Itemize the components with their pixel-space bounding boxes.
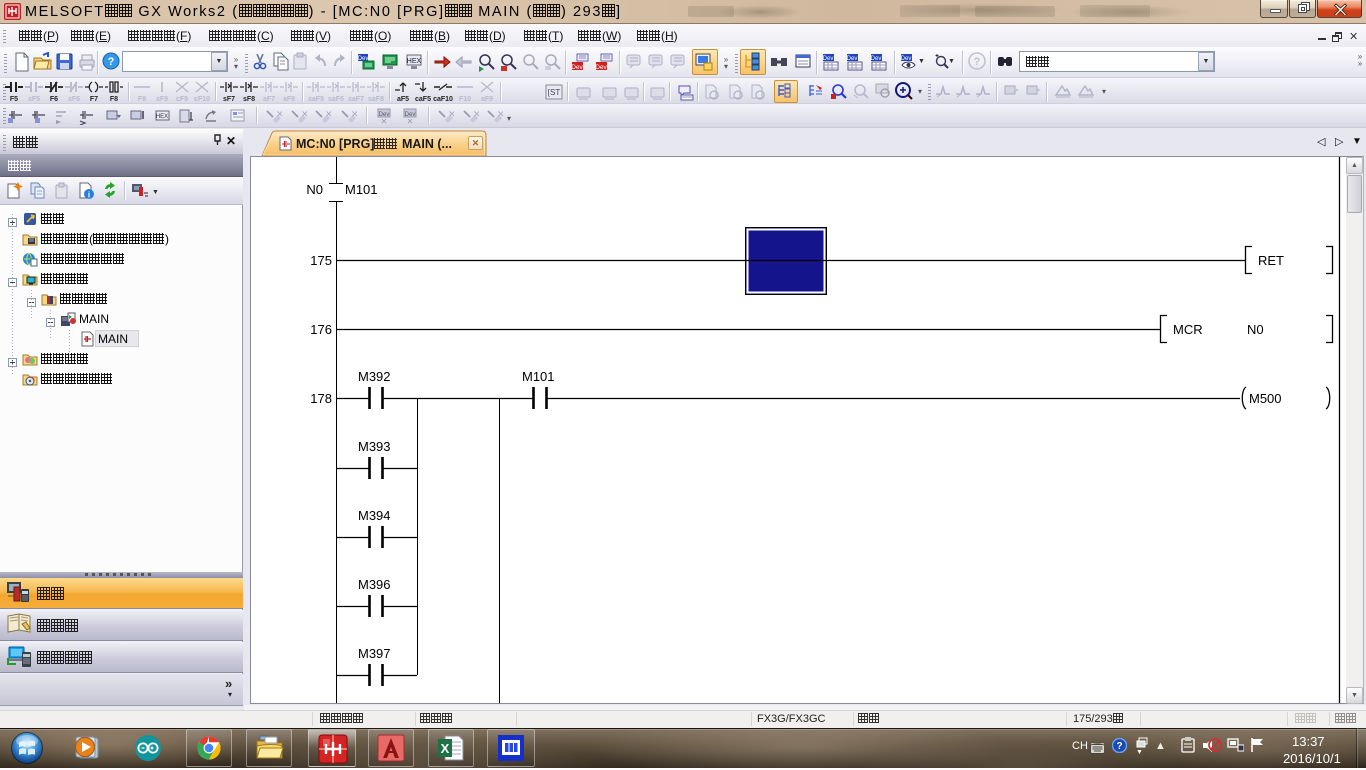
svg-text:N0: N0 <box>306 182 323 197</box>
svg-text:✕: ✕ <box>473 109 479 119</box>
svg-text:Dev: Dev <box>847 56 858 62</box>
svg-text:M394: M394 <box>358 508 391 523</box>
svg-text:?: ? <box>108 56 115 68</box>
svg-text:?: ? <box>1116 741 1122 752</box>
svg-text:X: X <box>441 741 450 756</box>
svg-text:✕: ✕ <box>448 109 454 119</box>
svg-text:176: 176 <box>310 322 332 337</box>
svg-text:Dev: Dev <box>823 56 834 62</box>
svg-text:M101: M101 <box>345 182 378 197</box>
svg-text:M397: M397 <box>358 646 391 661</box>
svg-text:N0: N0 <box>1247 322 1264 337</box>
svg-text:[ST: [ST <box>548 88 561 97</box>
svg-text:✕: ✕ <box>381 117 388 125</box>
svg-text:MCR: MCR <box>1173 322 1203 337</box>
svg-text:✕: ✕ <box>276 109 282 119</box>
svg-text:✕: ✕ <box>325 109 331 119</box>
svg-text:Dev: Dev <box>595 64 607 71</box>
svg-text:178: 178 <box>310 391 332 406</box>
svg-text:HEX: HEX <box>407 58 422 65</box>
svg-text:M392: M392 <box>358 369 391 384</box>
svg-text:M500: M500 <box>1249 391 1282 406</box>
svg-text:M396: M396 <box>358 577 391 592</box>
svg-text:✕: ✕ <box>351 109 357 119</box>
svg-text:i: i <box>88 191 90 200</box>
svg-text:RET: RET <box>1258 253 1284 268</box>
svg-text:Dev: Dev <box>901 56 912 62</box>
svg-text:Dev: Dev <box>871 56 882 62</box>
svg-text:?: ? <box>974 56 981 68</box>
svg-text:M101: M101 <box>522 369 555 384</box>
svg-text:✕: ✕ <box>407 117 414 125</box>
svg-text:✕: ✕ <box>301 109 307 119</box>
svg-text:Dev: Dev <box>571 64 583 71</box>
svg-text:✕: ✕ <box>497 109 503 119</box>
svg-text:HEX: HEX <box>156 114 168 120</box>
svg-text:175: 175 <box>310 253 332 268</box>
svg-text:M393: M393 <box>358 439 391 454</box>
